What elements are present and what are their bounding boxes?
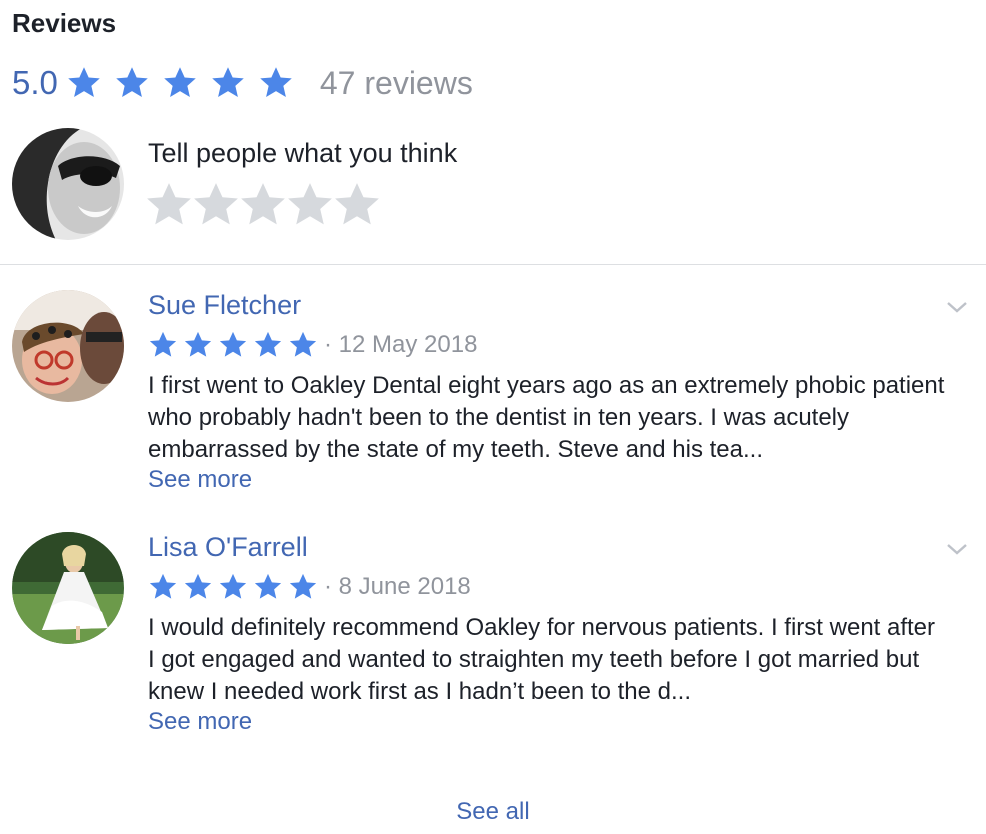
rating-input[interactable] [144, 180, 379, 230]
star-icon[interactable] [191, 180, 241, 230]
chevron-down-icon[interactable] [946, 542, 968, 556]
star-icon [68, 67, 100, 97]
review-text: I first went to Oakley Dental eight year… [148, 372, 945, 463]
review-stars [148, 330, 318, 360]
star-icon [212, 67, 244, 97]
avatar[interactable] [12, 290, 124, 402]
review-date[interactable]: · 8 June 2018 [324, 573, 471, 601]
star-icon[interactable] [285, 180, 335, 230]
see-all-link[interactable]: See all [0, 798, 986, 826]
rating-summary: 5.0 47 reviews [12, 62, 473, 104]
star-icon [254, 573, 282, 599]
see-more-link[interactable]: See more [148, 466, 252, 494]
star-icon [149, 573, 177, 599]
star-icon [184, 331, 212, 357]
star-icon [164, 67, 196, 97]
write-review: Tell people what you think [12, 128, 972, 240]
reviewer-name[interactable]: Lisa O'Farrell [148, 532, 308, 563]
avatar[interactable] [12, 128, 124, 240]
review-date[interactable]: · 12 May 2018 [324, 331, 477, 359]
star-icon [260, 67, 292, 97]
star-icon [149, 331, 177, 357]
star-icon [289, 331, 317, 357]
star-icon [254, 331, 282, 357]
review-meta: · 8 June 2018 [148, 572, 471, 602]
avatar[interactable] [12, 532, 124, 644]
review-stars [148, 572, 318, 602]
reviewer-name[interactable]: Sue Fletcher [148, 290, 301, 321]
review-text: I would definitely recommend Oakley for … [148, 614, 936, 705]
star-icon [219, 331, 247, 357]
divider [0, 264, 986, 265]
chevron-down-icon[interactable] [946, 300, 968, 314]
section-title: Reviews [12, 8, 117, 38]
star-icon [289, 573, 317, 599]
star-icon [116, 67, 148, 97]
see-more-link[interactable]: See more [148, 708, 252, 736]
summary-stars [66, 65, 294, 101]
star-icon[interactable] [144, 180, 194, 230]
compose-prompt: Tell people what you think [148, 138, 458, 168]
star-icon [219, 573, 247, 599]
review-meta: · 12 May 2018 [148, 330, 477, 360]
star-icon[interactable] [332, 180, 382, 230]
average-score: 5.0 [12, 64, 58, 101]
star-icon[interactable] [238, 180, 288, 230]
star-icon [184, 573, 212, 599]
review-count[interactable]: 47 reviews [320, 65, 473, 102]
